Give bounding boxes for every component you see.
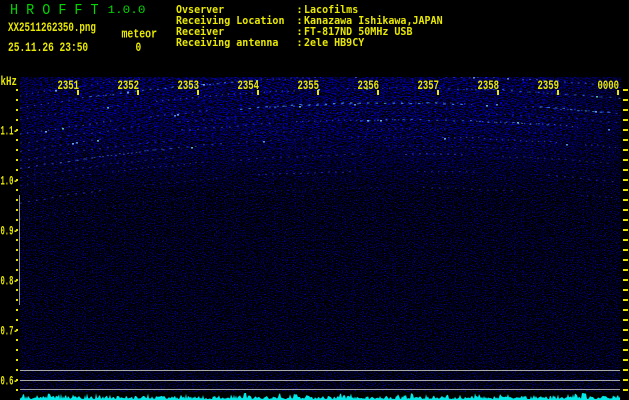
svg-text:H R O F F T: H R O F F T xyxy=(10,2,99,19)
svg-text:0.9-: 0.9- xyxy=(1,226,18,239)
svg-text:2359: 2359 xyxy=(537,80,559,94)
svg-text:2352: 2352 xyxy=(117,80,139,94)
svg-text:kHz: kHz xyxy=(1,76,17,90)
svg-text:0.7-: 0.7- xyxy=(1,326,18,339)
svg-text:1.0.0: 1.0.0 xyxy=(108,4,146,17)
svg-text:meteor: meteor xyxy=(122,27,158,42)
svg-text:2356: 2356 xyxy=(357,80,379,94)
svg-text:1.0-: 1.0- xyxy=(1,176,18,189)
svg-text:1.1-: 1.1- xyxy=(1,126,18,139)
svg-text:0: 0 xyxy=(136,42,142,56)
svg-text:2357: 2357 xyxy=(417,80,439,94)
svg-text:2353: 2353 xyxy=(177,80,199,94)
svg-text:2358: 2358 xyxy=(477,80,499,94)
svg-text:0000: 0000 xyxy=(597,80,619,94)
svg-text:25.11.26 23:50: 25.11.26 23:50 xyxy=(8,42,88,56)
svg-text:2351: 2351 xyxy=(57,80,79,94)
svg-text:2355: 2355 xyxy=(297,80,319,94)
svg-text:0.8-: 0.8- xyxy=(1,276,18,289)
svg-text:XX2511262350.png: XX2511262350.png xyxy=(8,22,96,36)
svg-text:2354: 2354 xyxy=(237,80,259,94)
svg-text:0.6-: 0.6- xyxy=(1,376,18,389)
